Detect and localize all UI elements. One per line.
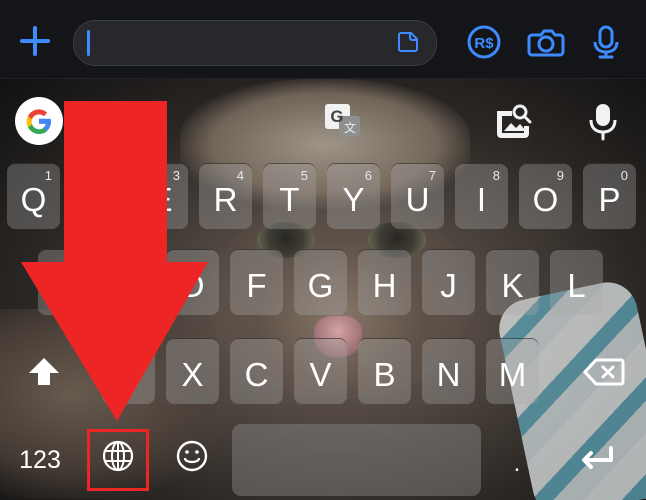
key-g[interactable]: G	[294, 249, 347, 315]
return-icon	[582, 446, 613, 469]
key-m[interactable]: M	[486, 338, 539, 404]
key-q[interactable]: Q1	[7, 163, 60, 229]
key-b[interactable]: B	[358, 338, 411, 404]
image-search-icon[interactable]	[490, 99, 534, 143]
period-key[interactable]: .	[504, 443, 530, 485]
svg-text:G: G	[330, 107, 343, 126]
camera-icon[interactable]	[527, 24, 565, 60]
text-caret	[87, 30, 90, 56]
key-y[interactable]: Y6	[327, 163, 380, 229]
svg-text:文: 文	[344, 120, 356, 135]
key-c[interactable]: C	[230, 338, 283, 404]
microphone-icon[interactable]	[587, 24, 625, 60]
key-d[interactable]: D	[166, 249, 219, 315]
key-x[interactable]: X	[166, 338, 219, 404]
return-key[interactable]	[570, 432, 624, 486]
key-p[interactable]: P0	[583, 163, 636, 229]
key-r[interactable]: R4	[199, 163, 252, 229]
shift-icon	[29, 357, 59, 385]
globe-key-highlight-box	[87, 429, 149, 491]
translate-icon[interactable]: G 文	[321, 99, 365, 143]
message-input[interactable]	[73, 20, 437, 66]
google-g-icon	[26, 109, 51, 134]
plus-icon[interactable]	[18, 24, 52, 58]
key-z[interactable]: Z	[102, 338, 155, 404]
google-logo[interactable]	[15, 97, 63, 145]
key-l[interactable]: L	[550, 249, 603, 315]
emoji-icon	[176, 440, 208, 472]
key-i[interactable]: I8	[455, 163, 508, 229]
key-t[interactable]: T5	[263, 163, 316, 229]
key-f[interactable]: F	[230, 249, 283, 315]
message-composer-bar: R$	[0, 0, 646, 79]
key-e[interactable]: E3	[135, 163, 188, 229]
key-j[interactable]: J	[422, 249, 475, 315]
currency-icon[interactable]: R$	[465, 24, 503, 60]
sticker-icon[interactable]	[396, 30, 420, 54]
backspace-icon	[583, 358, 625, 385]
shift-key[interactable]	[17, 338, 71, 405]
space-bar[interactable]	[232, 424, 481, 496]
key-u[interactable]: U7	[391, 163, 444, 229]
key-n[interactable]: N	[422, 338, 475, 404]
emoji-key[interactable]	[168, 432, 216, 480]
key-a[interactable]: A	[38, 249, 91, 315]
key-h[interactable]: H	[358, 249, 411, 315]
backspace-key[interactable]	[575, 338, 633, 405]
microphone-icon[interactable]	[584, 99, 622, 143]
numbers-key[interactable]: 123	[10, 424, 70, 496]
key-k[interactable]: K	[486, 249, 539, 315]
key-s[interactable]: S	[102, 249, 155, 315]
key-w[interactable]: W2	[71, 163, 124, 229]
key-v[interactable]: V	[294, 338, 347, 404]
currency-label: R$	[474, 35, 494, 52]
key-o[interactable]: O9	[519, 163, 572, 229]
